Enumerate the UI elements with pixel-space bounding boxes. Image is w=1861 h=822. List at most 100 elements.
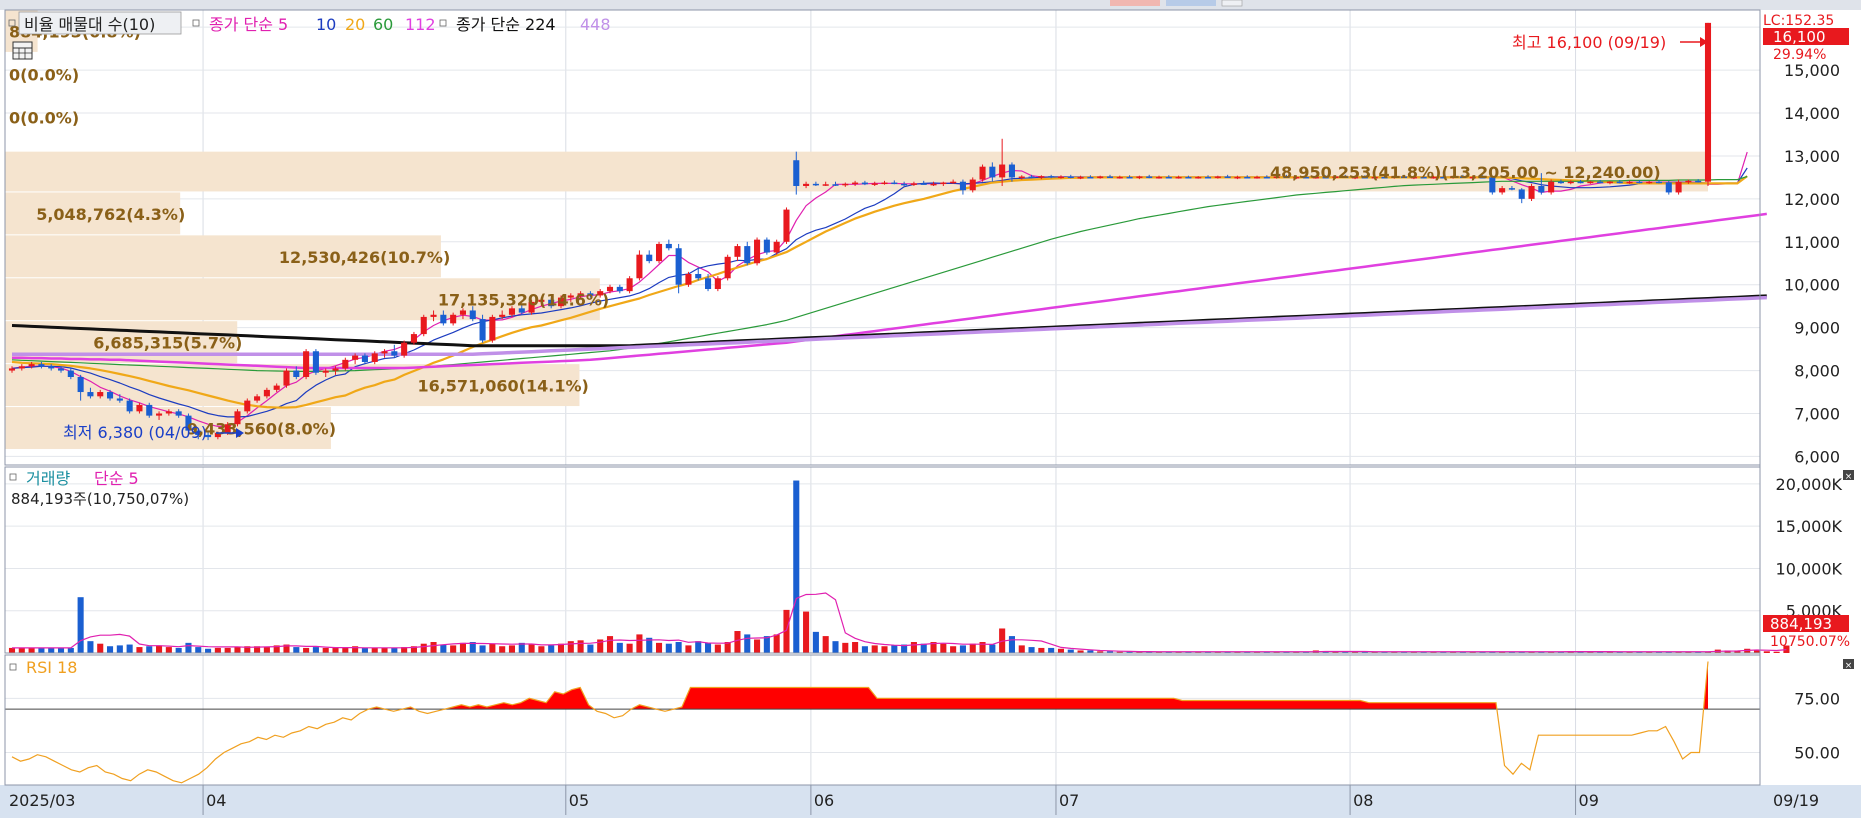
volume-bar <box>332 647 339 653</box>
rsi-line <box>11 661 1709 784</box>
svg-text:×: × <box>1845 661 1853 671</box>
x-tick-label: 04 <box>206 791 226 810</box>
candle <box>979 164 986 182</box>
legend-ma112[interactable]: 112 <box>405 15 436 34</box>
volume-bar <box>195 647 202 653</box>
volume-bar <box>322 647 329 653</box>
volume-bar <box>685 645 692 653</box>
candle <box>773 239 780 255</box>
volume-bar <box>381 647 388 653</box>
legend-ma10[interactable]: 10 <box>316 15 336 34</box>
volume-bar <box>1773 651 1780 653</box>
volume-tick-label: 15,000K <box>1776 517 1843 536</box>
volume-legend-title[interactable]: 거래량 <box>26 469 70 488</box>
toolbar-button-red[interactable] <box>1110 0 1160 6</box>
volume-profile-label: 9,433,560(8.0%) <box>187 420 336 439</box>
toolbar-button-small[interactable] <box>1221 0 1243 7</box>
rsi-tick-label: 75.00 <box>1794 689 1840 708</box>
volume-bar <box>146 646 153 653</box>
volume-bar <box>773 634 780 653</box>
x-end-date: 09/19 <box>1773 791 1819 810</box>
volume-bar <box>57 647 65 653</box>
candle <box>655 241 663 264</box>
toolbar-strip <box>0 0 1861 10</box>
volume-bar <box>567 641 574 653</box>
volume-legend-ma[interactable]: 단순 5 <box>94 469 139 488</box>
legend-ma5[interactable]: 종가 단순 5 <box>209 15 288 34</box>
volume-bar <box>1057 648 1065 653</box>
price-tick-label: 6,000 <box>1794 447 1840 466</box>
toolbar-button-blue[interactable] <box>1166 0 1216 6</box>
volume-profile-label: 16,571,060(14.1%) <box>417 377 588 396</box>
volume-bar <box>950 646 957 653</box>
volume-bar <box>812 631 819 653</box>
x-tick-label: 06 <box>814 791 834 810</box>
volume-bar <box>1067 649 1074 653</box>
volume-bar <box>293 647 300 653</box>
legend-ma60[interactable]: 60 <box>373 15 393 34</box>
volume-bar <box>508 645 516 653</box>
volume-bar <box>87 641 94 653</box>
candle <box>312 349 319 375</box>
volume-bar <box>636 634 643 653</box>
legend-volume-profile: 비율 매물대 수(10) <box>24 15 155 34</box>
volume-bar <box>28 647 35 653</box>
volume-tick-label: 10,000K <box>1776 559 1843 578</box>
volume-bar <box>126 644 133 653</box>
candle <box>420 314 427 337</box>
candle <box>626 276 633 294</box>
volume-bar <box>38 647 45 653</box>
candle <box>734 243 741 262</box>
x-tick-label: 05 <box>569 791 589 810</box>
x-tick-label: 07 <box>1059 791 1079 810</box>
legend-ma20[interactable]: 20 <box>345 15 365 34</box>
volume-bar <box>989 644 996 653</box>
volume-bar <box>577 640 584 653</box>
rsi-legend-title[interactable]: RSI 18 <box>26 658 77 677</box>
volume-bars <box>8 480 1790 653</box>
candle <box>1675 179 1682 195</box>
volume-bar <box>175 647 182 653</box>
volume-bar <box>734 631 741 653</box>
volume-bar <box>891 645 898 653</box>
price-tick-label: 9,000 <box>1794 319 1840 338</box>
candle <box>714 276 721 292</box>
volume-bar <box>8 647 16 653</box>
volume-bar <box>969 643 976 653</box>
volume-bar <box>705 642 712 653</box>
volume-bar <box>665 643 672 653</box>
candle <box>754 237 761 266</box>
last-volume-text: 884,193 <box>1770 615 1832 633</box>
calculator-icon[interactable] <box>12 41 33 60</box>
volume-bar <box>214 647 221 653</box>
candle <box>636 250 643 281</box>
last-volume-pct-text: 10750.07% <box>1770 634 1850 650</box>
volume-bar <box>655 642 663 653</box>
candle <box>646 250 653 264</box>
chart-canvas[interactable]: 884,193(0.8%)0(0.0%)0(0.0%)48,950,253(41… <box>0 0 1861 818</box>
x-tick-label: 2025/03 <box>9 791 75 810</box>
candle <box>763 237 770 255</box>
volume-bar <box>106 646 114 653</box>
volume-bar <box>763 636 770 653</box>
volume-bar <box>803 611 810 653</box>
volume-bar <box>832 641 839 653</box>
volume-profile-label: 48,950,253(41.8%)(13,205.00 ~ 12,240.00) <box>1270 163 1661 182</box>
price-tick-label: 13,000 <box>1784 147 1840 166</box>
volume-bar <box>77 597 84 653</box>
price-tick-label: 8,000 <box>1794 362 1840 381</box>
volume-bar <box>606 636 614 653</box>
price-tick-label: 10,000 <box>1784 276 1840 295</box>
price-tick-label: 11,000 <box>1784 233 1840 252</box>
volume-profile-label: 0(0.0%) <box>9 65 79 84</box>
volume-bar <box>18 647 25 653</box>
legend-ma448[interactable]: 448 <box>580 15 611 34</box>
volume-bar <box>714 644 721 653</box>
volume-bar <box>263 647 270 653</box>
volume-bar <box>1018 645 1025 653</box>
rsi-tick-label: 50.00 <box>1794 744 1840 763</box>
legend-ma224[interactable]: 종가 단순 224 <box>456 15 556 34</box>
x-tick-label: 09 <box>1579 791 1599 810</box>
volume-bar <box>234 647 241 653</box>
volume-bar <box>861 646 868 653</box>
